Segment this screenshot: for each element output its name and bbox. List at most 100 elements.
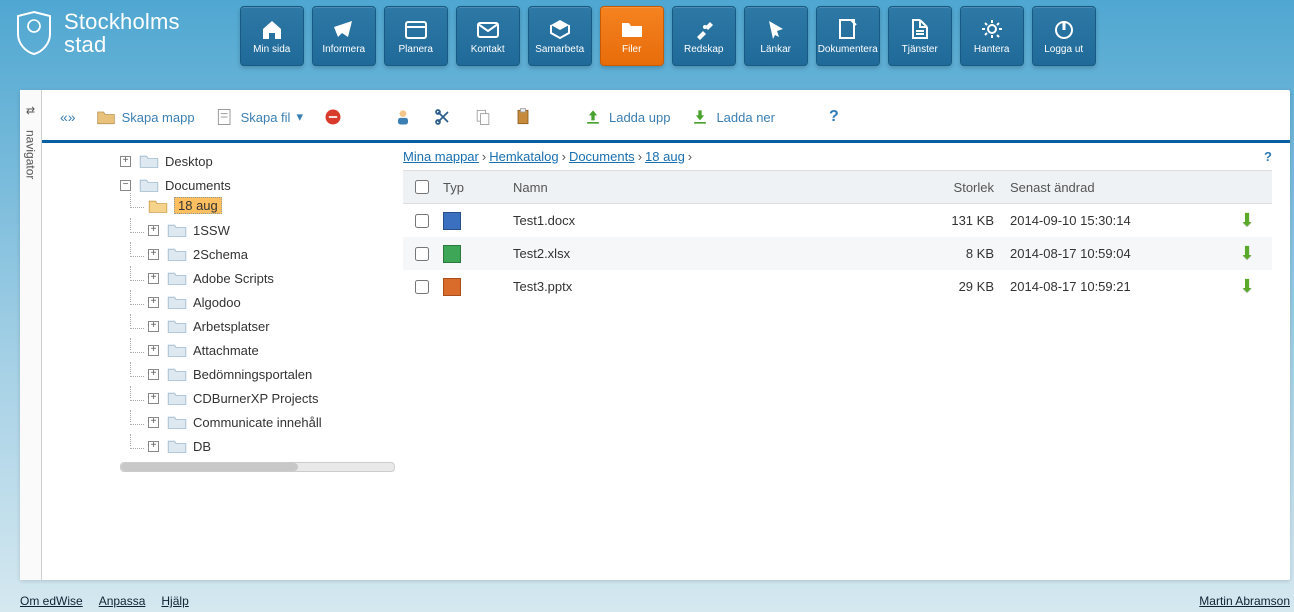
nav-planera[interactable]: Planera — [384, 6, 448, 66]
expand-icon[interactable]: + — [148, 345, 159, 356]
tree-node[interactable]: + Adobe Scripts — [148, 270, 395, 286]
expand-icon[interactable]: + — [148, 225, 159, 236]
xlsx-icon — [443, 245, 461, 263]
file-name: Test2.xlsx — [505, 237, 882, 270]
tree-label: 18 aug — [174, 197, 222, 214]
expand-icon[interactable]: + — [120, 156, 131, 167]
tree-node[interactable]: +1SSW — [148, 222, 395, 238]
breadcrumb-link[interactable]: Mina mappar — [403, 149, 479, 164]
tree-node-desktop[interactable]: + Desktop — [120, 153, 395, 169]
row-checkbox[interactable] — [415, 214, 429, 228]
nav-samarbeta[interactable]: Samarbeta — [528, 6, 592, 66]
collapse-icon[interactable]: − — [120, 180, 131, 191]
expand-icon[interactable]: + — [148, 249, 159, 260]
navigator-tab-label: navigator — [24, 130, 38, 179]
nav-dokumentera[interactable]: Dokumentera — [816, 6, 880, 66]
expand-icon[interactable]: + — [148, 417, 159, 428]
navigator-tab[interactable]: ⇄ navigator — [20, 90, 42, 580]
breadcrumb-link[interactable]: 18 aug — [645, 149, 685, 164]
footer-user-link[interactable]: Martin Abramson — [1199, 594, 1290, 608]
tree-node[interactable]: +Arbetsplatser — [148, 318, 395, 334]
tree-node[interactable]: +CDBurnerXP Projects — [148, 390, 395, 406]
nav-lankar[interactable]: Länkar — [744, 6, 808, 66]
nav-redskap[interactable]: Redskap — [672, 6, 736, 66]
nav-logga-ut[interactable]: Logga ut — [1032, 6, 1096, 66]
expand-icon[interactable]: + — [148, 369, 159, 380]
col-check[interactable] — [403, 171, 435, 204]
expand-icon[interactable]: + — [148, 321, 159, 332]
nav-label: Informera — [322, 45, 365, 55]
nav-filer[interactable]: Filer — [600, 6, 664, 66]
tree-label: 2Schema — [193, 247, 248, 262]
file-name: Test3.pptx — [505, 270, 882, 303]
delete-button[interactable] — [323, 107, 343, 127]
nav-label: Filer — [622, 45, 641, 55]
list-help-button[interactable]: ? — [1264, 149, 1272, 164]
nav-kontakt[interactable]: Kontakt — [456, 6, 520, 66]
download-button[interactable]: Ladda ner — [690, 107, 775, 127]
create-file-button[interactable]: Skapa fil ▾ — [215, 107, 303, 127]
folder-icon — [148, 198, 168, 214]
tree-node[interactable]: +Bedömningsportalen — [148, 366, 395, 382]
download-label: Ladda ner — [716, 110, 775, 125]
col-size[interactable]: Storlek — [882, 171, 1002, 204]
upload-button[interactable]: Ladda upp — [583, 107, 670, 127]
nav-informera[interactable]: Informera — [312, 6, 376, 66]
tree-hscrollbar[interactable] — [120, 462, 395, 472]
expand-icon[interactable]: + — [148, 441, 159, 452]
expand-icon[interactable]: + — [148, 393, 159, 404]
tree-node-documents[interactable]: − Documents — [120, 177, 395, 193]
col-mod[interactable]: Senast ändrad — [1002, 171, 1222, 204]
col-type[interactable]: Typ — [435, 171, 505, 204]
toolbar-chevrons[interactable]: «» — [60, 109, 76, 125]
row-checkbox[interactable] — [415, 247, 429, 261]
chevron-down-icon: ▾ — [296, 109, 303, 125]
folder-icon — [167, 294, 187, 310]
folder-icon — [167, 342, 187, 358]
nav-label: Planera — [398, 45, 432, 55]
file-list-pane: Mina mappar›Hemkatalog›Documents›18 aug›… — [395, 149, 1272, 572]
planera-icon — [403, 17, 429, 41]
nav-label: Dokumentera — [818, 45, 878, 55]
row-download-button[interactable]: ⬇ — [1239, 210, 1254, 230]
file-row[interactable]: Test3.pptx29 KB2014-08-17 10:59:21⬇ — [403, 270, 1272, 303]
user-button[interactable] — [393, 107, 413, 127]
toolbar-help-button[interactable]: ? — [829, 108, 839, 126]
tree-node[interactable]: + Communicate innehåll — [148, 414, 395, 430]
tree-node[interactable]: +DB — [148, 438, 395, 454]
file-modified: 2014-08-17 10:59:21 — [1002, 270, 1222, 303]
tree-label: Communicate innehåll — [193, 415, 322, 430]
select-all-checkbox[interactable] — [415, 180, 429, 194]
breadcrumb-link[interactable]: Hemkatalog — [489, 149, 558, 164]
expand-icon[interactable]: + — [148, 297, 159, 308]
folder-icon — [167, 270, 187, 286]
copy-button[interactable] — [473, 107, 493, 127]
nav-hantera[interactable]: Hantera — [960, 6, 1024, 66]
tree-node[interactable]: 18 aug — [148, 197, 395, 214]
file-row[interactable]: Test1.docx131 KB2014-09-10 15:30:14⬇ — [403, 204, 1272, 238]
nav-tjanster[interactable]: Tjänster — [888, 6, 952, 66]
cut-button[interactable] — [433, 107, 453, 127]
footer-link[interactable]: Hjälp — [161, 594, 188, 608]
footer-link[interactable]: Anpassa — [99, 594, 146, 608]
expand-icon[interactable]: + — [148, 273, 159, 284]
file-row[interactable]: Test2.xlsx8 KB2014-08-17 10:59:04⬇ — [403, 237, 1272, 270]
create-file-label: Skapa fil — [241, 110, 291, 125]
copy-icon — [473, 107, 493, 127]
row-checkbox[interactable] — [415, 280, 429, 294]
create-folder-button[interactable]: Skapa mapp — [96, 107, 195, 127]
row-download-button[interactable]: ⬇ — [1239, 243, 1254, 263]
tree-node[interactable]: +Attachmate — [148, 342, 395, 358]
nav-label: Länkar — [760, 45, 791, 55]
col-name[interactable]: Namn — [505, 171, 882, 204]
row-download-button[interactable]: ⬇ — [1239, 276, 1254, 296]
breadcrumb-separator: › — [482, 149, 486, 164]
tree-label: Adobe Scripts — [193, 271, 274, 286]
folder-icon — [167, 222, 187, 238]
tree-node[interactable]: +2Schema — [148, 246, 395, 262]
tree-node[interactable]: +Algodoo — [148, 294, 395, 310]
nav-min-sida[interactable]: Min sida — [240, 6, 304, 66]
paste-button[interactable] — [513, 107, 533, 127]
footer-link[interactable]: Om edWise — [20, 594, 83, 608]
breadcrumb-link[interactable]: Documents — [569, 149, 635, 164]
